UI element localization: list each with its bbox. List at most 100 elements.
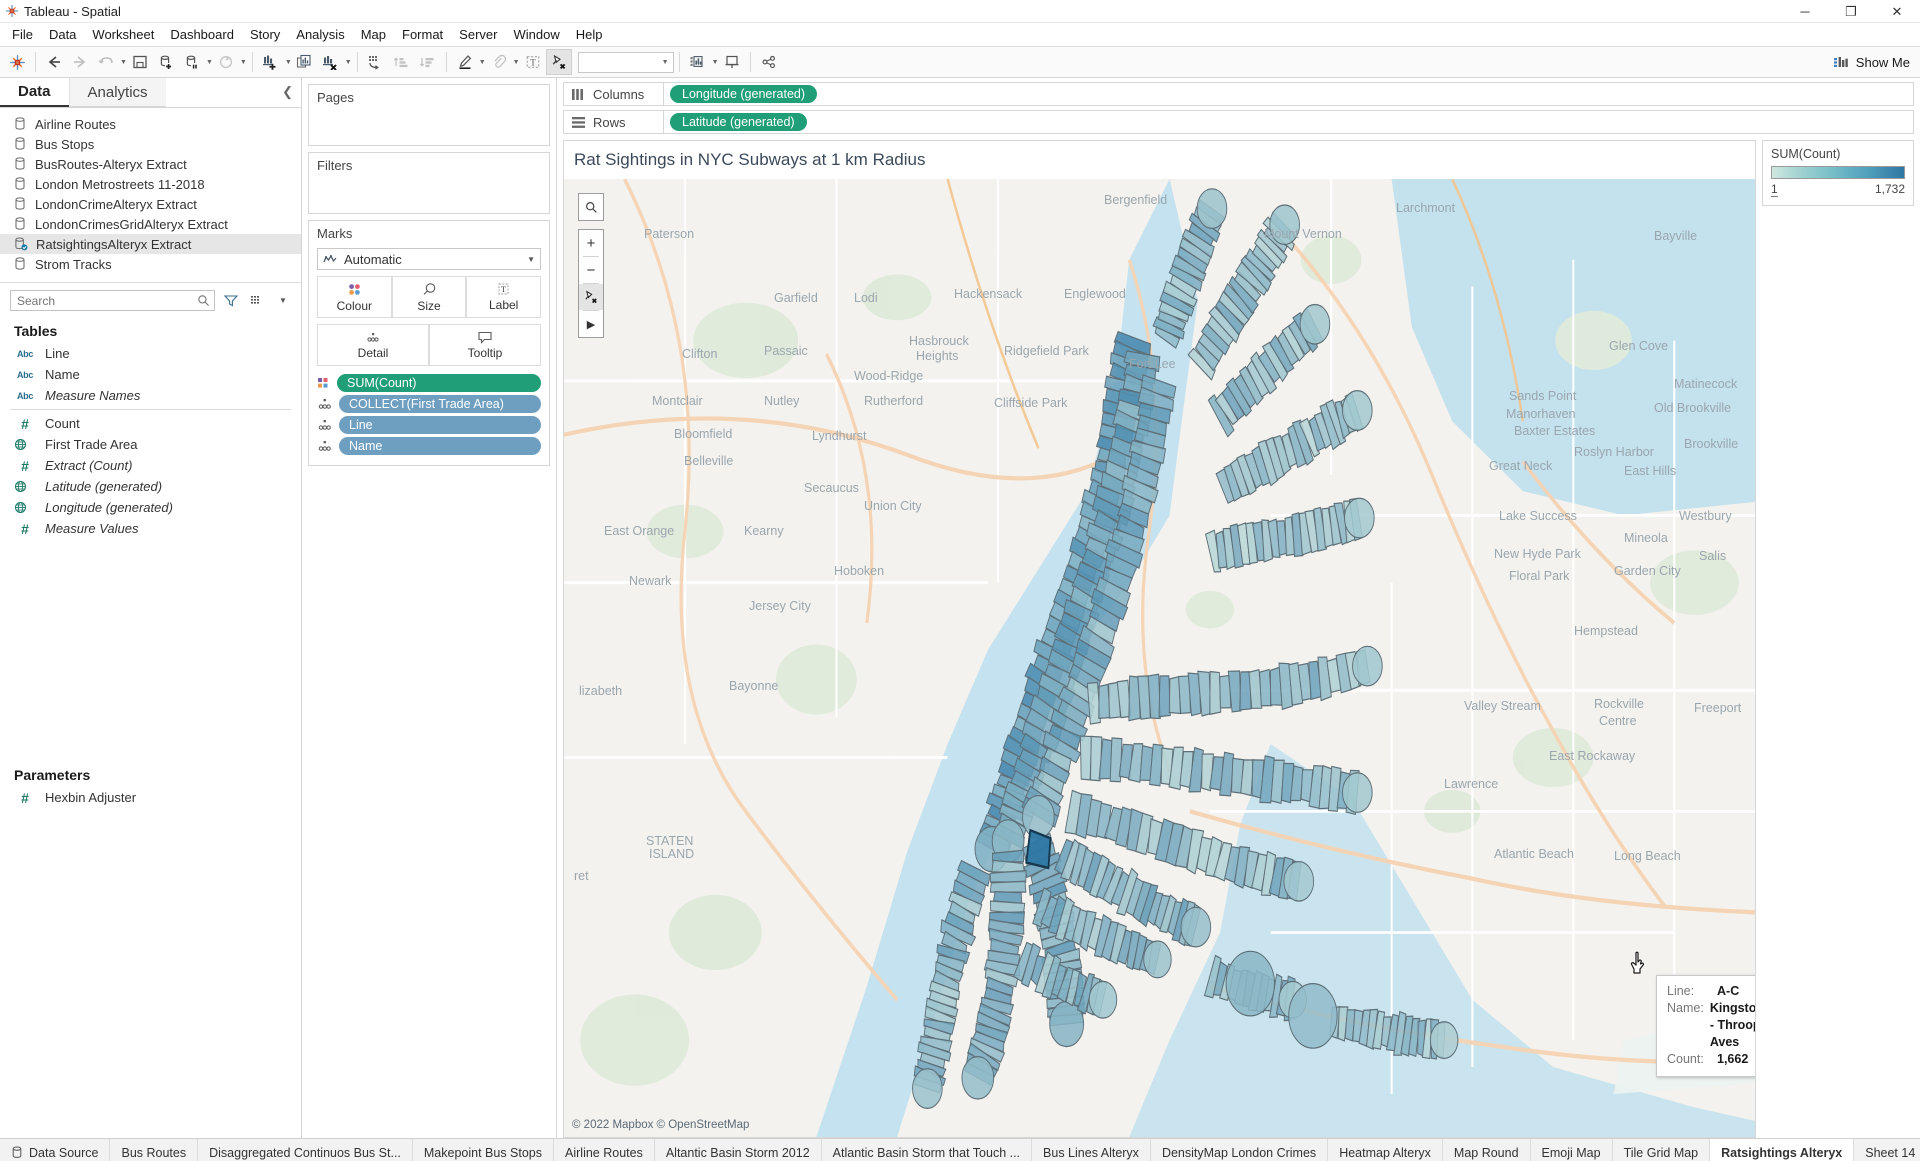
minimize-button[interactable]: ─ — [1782, 0, 1828, 23]
map-canvas[interactable]: Paterson Bergenfield Englewood Larchmont Mou… — [564, 179, 1755, 1137]
buffer-mark[interactable] — [1079, 735, 1093, 781]
buffer-mark-terminus[interactable] — [1429, 1021, 1459, 1060]
forward-arrow-icon[interactable] — [67, 49, 93, 75]
marks-pill[interactable]: Name — [339, 437, 541, 455]
maximize-button[interactable]: ❐ — [1828, 0, 1874, 23]
pill-latitude-generated[interactable]: Latitude (generated) — [670, 113, 807, 131]
sheet-tab[interactable]: Ratsightings Alteryx — [1710, 1139, 1855, 1161]
new-data-source-icon[interactable] — [153, 49, 179, 75]
rows-shelf[interactable]: Rows Latitude (generated) — [563, 110, 1914, 134]
sheet-tab[interactable]: Emoji Map — [1530, 1139, 1613, 1161]
show-mark-labels-icon[interactable]: T — [520, 49, 546, 75]
buffer-mark[interactable] — [1288, 983, 1338, 1049]
marks-colour-button[interactable]: Colour — [317, 276, 392, 318]
pill-longitude-generated[interactable]: Longitude (generated) — [670, 85, 818, 103]
sheet-tab[interactable]: Airline Routes — [554, 1139, 655, 1161]
columns-shelf[interactable]: Columns Longitude (generated) — [563, 82, 1914, 106]
buffer-mark-terminus[interactable] — [1342, 390, 1373, 431]
sheet-tab[interactable]: Data Source — [0, 1139, 111, 1161]
search-input[interactable] — [10, 290, 215, 311]
data-source-item[interactable]: Strom Tracks — [0, 254, 301, 274]
field-item[interactable]: Latitude (generated) — [0, 476, 301, 497]
field-item[interactable]: Longitude (generated) — [0, 497, 301, 518]
buffer-mark-terminus[interactable] — [1196, 188, 1228, 229]
map-search-box[interactable] — [578, 193, 604, 221]
pause-auto-updates-icon[interactable] — [179, 49, 205, 75]
undo-dropdown-caret-icon[interactable]: ▼ — [120, 59, 127, 66]
buffer-mark-terminus[interactable] — [1269, 204, 1300, 246]
sheet-tab[interactable]: Atlantic Basin Storm that Touch ... — [821, 1139, 1033, 1161]
marks-pill[interactable]: SUM(Count) — [337, 374, 541, 392]
pages-card[interactable]: Pages — [308, 84, 550, 146]
highlighter-dropdown-caret-icon[interactable]: ▼ — [479, 59, 486, 66]
buffer-mark-terminus[interactable] — [1344, 497, 1375, 539]
show-me-button[interactable]: Show Me — [1833, 55, 1910, 70]
menu-item-dashboard[interactable]: Dashboard — [162, 25, 242, 44]
share-workbook-icon[interactable] — [719, 49, 745, 75]
buffer-mark-terminus[interactable] — [1022, 794, 1055, 839]
data-source-item[interactable]: BusRoutes-Alteryx Extract — [0, 154, 301, 174]
zoom-in-icon[interactable]: + — [579, 230, 603, 256]
presentation-dropdown-caret-icon[interactable]: ▼ — [712, 59, 719, 66]
data-source-item[interactable]: RatsightingsAlteryx Extract — [0, 234, 301, 254]
buffer-mark[interactable] — [989, 880, 1027, 893]
sheet-tab[interactable]: Makepoint Bus Stops — [412, 1139, 555, 1161]
clear-sheet-icon[interactable] — [318, 49, 344, 75]
sort-ascending-icon[interactable] — [389, 49, 415, 75]
menu-item-data[interactable]: Data — [41, 25, 84, 44]
data-source-item[interactable]: LondonCrimeAlteryx Extract — [0, 194, 301, 214]
sheet-tab[interactable]: Disaggregated Continuos Bus St... — [198, 1139, 413, 1161]
collapse-pane-icon[interactable]: ❮ — [282, 84, 293, 100]
columns-shelf-area[interactable]: Longitude (generated) — [663, 82, 1914, 106]
group-dropdown-caret-icon[interactable]: ▼ — [513, 59, 520, 66]
buffer-mark-terminus[interactable] — [961, 1056, 995, 1100]
data-source-item[interactable]: Bus Stops — [0, 134, 301, 154]
menu-item-window[interactable]: Window — [505, 25, 567, 44]
sheet-tab[interactable]: Altantic Basin Storm 2012 — [654, 1139, 822, 1161]
fix-axes-icon[interactable] — [545, 49, 572, 75]
fit-dropdown[interactable]: ▼ — [577, 51, 674, 73]
buffer-mark[interactable] — [1259, 668, 1273, 707]
menu-item-file[interactable]: File — [4, 25, 41, 44]
buffer-mark[interactable] — [1209, 670, 1222, 716]
sheet-tab[interactable]: Tile Grid Map — [1612, 1139, 1711, 1161]
detail-dots-icon[interactable] — [317, 398, 333, 411]
tableau-home-icon[interactable] — [4, 49, 30, 75]
highlighter-icon[interactable] — [452, 49, 478, 75]
filter-icon[interactable] — [221, 291, 241, 311]
buffer-mark-terminus[interactable] — [1283, 860, 1315, 902]
map-search-icon[interactable] — [579, 194, 603, 220]
undo-icon[interactable] — [93, 49, 119, 75]
sheet-tab[interactable]: Bus Lines Alteryx — [1032, 1139, 1151, 1161]
share-icon[interactable] — [756, 49, 782, 75]
menu-item-server[interactable]: Server — [451, 25, 505, 44]
field-item[interactable]: # Measure Values — [0, 518, 301, 539]
buffer-mark[interactable] — [1158, 675, 1171, 718]
map-expand-icon[interactable]: ▶ — [579, 311, 603, 337]
field-item[interactable]: Abc Line — [0, 343, 301, 364]
list-view-icon[interactable] — [247, 291, 267, 311]
swap-rows-columns-icon[interactable] — [363, 49, 389, 75]
data-source-item[interactable]: Airline Routes — [0, 114, 301, 134]
data-source-item[interactable]: London Metrostreets 11-2018 — [0, 174, 301, 194]
field-item[interactable]: # Hexbin Adjuster — [0, 787, 301, 808]
pause-dropdown-caret-icon[interactable]: ▼ — [206, 59, 213, 66]
field-item[interactable]: # Count — [0, 413, 301, 434]
field-item[interactable]: First Trade Area — [0, 434, 301, 455]
field-item[interactable]: Abc Name — [0, 364, 301, 385]
menu-item-format[interactable]: Format — [394, 25, 451, 44]
buffer-mark-terminus[interactable] — [1299, 303, 1331, 345]
menu-item-analysis[interactable]: Analysis — [288, 25, 352, 44]
menu-item-map[interactable]: Map — [353, 25, 394, 44]
menu-item-worksheet[interactable]: Worksheet — [84, 25, 162, 44]
buffer-mark-terminus[interactable] — [1143, 940, 1172, 979]
menu-item-story[interactable]: Story — [242, 25, 288, 44]
mark-type-dropdown[interactable]: Automatic ▼ — [317, 248, 541, 270]
buffer-mark-terminus[interactable] — [1088, 980, 1118, 1019]
search-input-field[interactable] — [15, 292, 197, 309]
tab-analytics[interactable]: Analytics — [68, 78, 166, 107]
detail-dots-icon[interactable] — [317, 440, 333, 453]
tab-data[interactable]: Data — [0, 78, 69, 107]
menu-item-help[interactable]: Help — [568, 25, 611, 44]
clear-sheet-dropdown-caret-icon[interactable]: ▼ — [345, 59, 352, 66]
